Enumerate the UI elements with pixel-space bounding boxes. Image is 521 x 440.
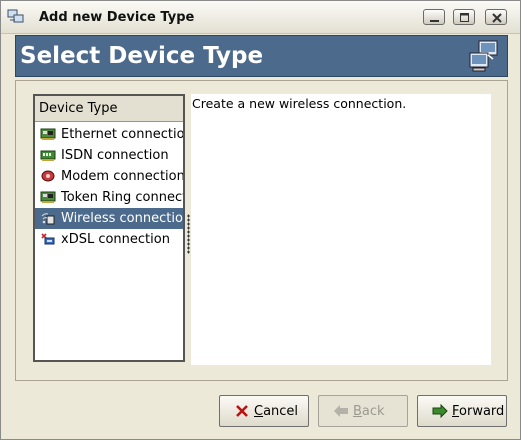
isdn-card-icon [40, 150, 56, 161]
modem-icon [41, 170, 55, 182]
page-banner: Select Device Type [15, 35, 508, 77]
minimize-icon [430, 20, 439, 22]
cancel-button[interactable]: Cancel [219, 395, 309, 427]
column-header-device-type[interactable]: Device Type [35, 96, 183, 122]
list-item-token-ring[interactable]: Token Ring connection [35, 187, 183, 208]
cancel-mnemonic: C [254, 404, 264, 419]
xdsl-icon [41, 233, 55, 245]
forward-button[interactable]: Forward [417, 395, 507, 427]
list-item-ethernet[interactable]: Ethernet connection [35, 124, 183, 145]
forward-mnemonic: F [452, 404, 460, 419]
description-text: Create a new wireless connection. [192, 96, 407, 111]
cancel-label: Cancel [254, 404, 298, 419]
back-label: Back [353, 404, 385, 419]
back-mnemonic: B [353, 404, 362, 419]
list-item-label: Token Ring connection [61, 190, 183, 205]
token-ring-card-icon [40, 191, 56, 203]
forward-label: Forward [452, 404, 504, 419]
list-item-label: Modem connection [61, 169, 183, 184]
cancel-x-icon [236, 405, 248, 417]
window-title: Add new Device Type [39, 10, 195, 25]
button-row: Cancel Back Forward [1, 387, 520, 437]
dialog-window: Add new Device Type Select Device Type D… [0, 0, 521, 440]
list-item-isdn[interactable]: ISDN connection [35, 145, 183, 166]
description-pane: Create a new wireless connection. [191, 94, 491, 365]
pane-splitter-handle[interactable] [187, 214, 190, 254]
ethernet-card-icon [40, 128, 56, 140]
list-item-modem[interactable]: Modem connection [35, 166, 183, 187]
page-title: Select Device Type [20, 43, 264, 69]
back-arrow-icon [334, 405, 348, 417]
wireless-icon [41, 213, 55, 225]
list-item-label: Wireless connection [61, 211, 183, 226]
close-icon [492, 13, 502, 23]
list-item-label: Ethernet connection [61, 127, 183, 142]
list-item-wireless[interactable]: Wireless connection [35, 208, 183, 229]
close-button[interactable] [485, 9, 507, 25]
list-item-label: ISDN connection [61, 148, 169, 163]
title-bar[interactable]: Add new Device Type [1, 1, 520, 34]
forward-arrow-icon [432, 404, 448, 418]
list-item-xdsl[interactable]: xDSL connection [35, 229, 183, 250]
network-computers-icon [469, 40, 498, 72]
back-button[interactable]: Back [318, 395, 408, 427]
maximize-button[interactable] [453, 9, 475, 25]
device-type-list[interactable]: Device Type Ethernet connection ISDN con… [33, 94, 185, 362]
list-item-label: xDSL connection [61, 232, 170, 247]
network-app-icon [7, 9, 24, 23]
back-label-rest: ack [361, 404, 385, 419]
maximize-icon [460, 13, 469, 22]
forward-label-rest: orward [459, 404, 505, 419]
minimize-button[interactable] [423, 9, 445, 25]
cancel-label-rest: ancel [263, 404, 299, 419]
